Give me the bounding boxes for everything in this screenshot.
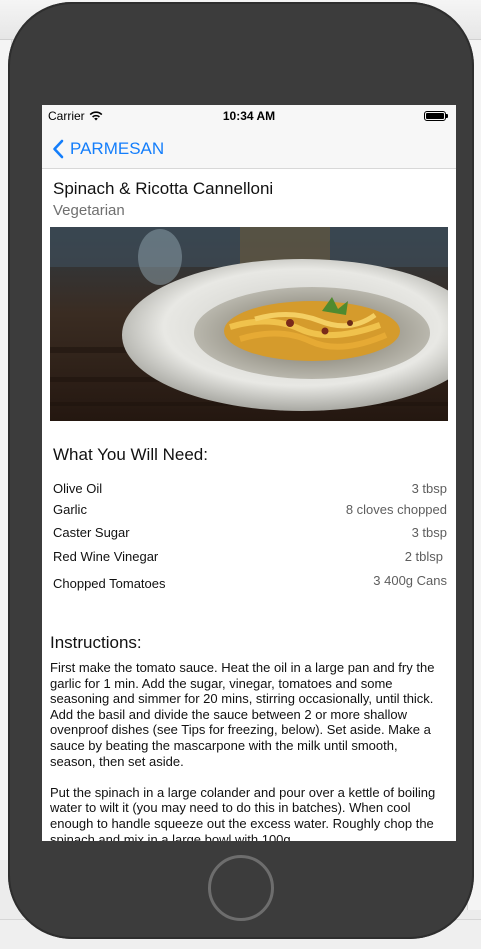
ingredients-heading: What You Will Need: — [53, 445, 208, 464]
iphone-device-frame: Carrier 10:34 AM PARMESAN Spinach & Rico… — [8, 2, 474, 939]
instructions-heading: Instructions: — [50, 633, 142, 652]
ingredient-name: Chopped Tomatoes — [53, 576, 166, 591]
instructions-body: First make the tomato sauce. Heat the oi… — [50, 660, 444, 841]
ingredient-name: Red Wine Vinegar — [53, 549, 159, 564]
ingredient-quantity: 3 tbsp — [411, 481, 447, 496]
ingredient-name: Olive Oil — [53, 481, 103, 496]
ingredient-name: Garlic — [53, 502, 87, 517]
instructions-paragraph: First make the tomato sauce. Heat the oi… — [50, 660, 435, 769]
battery-icon — [424, 111, 448, 121]
recipe-category: Vegetarian — [53, 202, 125, 219]
home-button[interactable] — [208, 855, 274, 921]
recipe-title: Spinach & Ricotta Cannelloni — [53, 179, 274, 198]
ingredient-row: Caster Sugar 3 tbsp — [53, 525, 447, 545]
navigation-bar: PARMESAN — [42, 127, 456, 169]
ingredient-row: Red Wine Vinegar 2 tblsp — [53, 549, 447, 569]
ingredient-quantity: 2 tblsp — [404, 549, 443, 564]
ingredient-row: Chopped Tomatoes 3 400g Cans — [53, 573, 447, 593]
recipe-photo — [50, 227, 448, 421]
instructions-paragraph: Put the spinach in a large colander and … — [50, 784, 436, 841]
ingredient-row: Olive Oil 3 tbsp — [53, 481, 447, 501]
ingredient-quantity: 3 tbsp — [411, 525, 447, 540]
ingredient-name: Caster Sugar — [53, 525, 130, 540]
status-bar: Carrier 10:34 AM — [42, 105, 456, 127]
status-time: 10:34 AM — [222, 109, 276, 123]
ingredient-row: Garlic 8 cloves chopped — [53, 502, 447, 522]
ingredient-quantity: 8 cloves chopped — [345, 502, 447, 517]
chevron-left-icon — [53, 139, 64, 159]
ingredient-quantity: 3 400g Cans — [373, 573, 447, 588]
app-screen: Carrier 10:34 AM PARMESAN Spinach & Rico… — [42, 105, 456, 841]
back-button-label: PARMESAN — [70, 139, 165, 158]
back-button[interactable]: PARMESAN — [52, 135, 164, 163]
